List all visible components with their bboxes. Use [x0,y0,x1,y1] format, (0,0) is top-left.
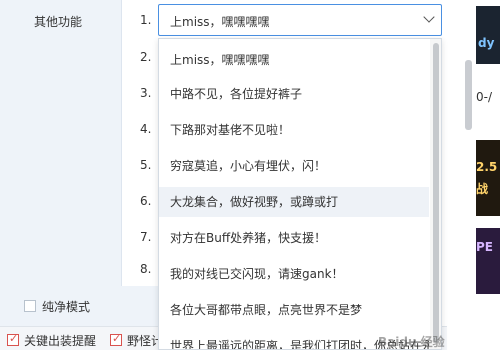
pure-mode-label: 纯净模式 [42,300,91,314]
row-number-1: 1. [140,13,152,27]
row-number-4: 4. [140,122,152,136]
pure-mode-checkbox[interactable] [24,300,36,312]
row-number-5: 5. [140,158,152,172]
dropdown-option[interactable]: 各位大哥都带点眼，点亮世界不是梦 [159,295,429,325]
dropdown-option[interactable]: 上miss，嘿嘿嘿嘿 [159,45,429,75]
quick-message-select[interactable]: 上miss，嘿嘿嘿嘿 [158,4,442,36]
row-number-6: 6. [140,194,152,208]
game-thumbnail-4[interactable]: PE [476,228,500,294]
chevron-down-icon[interactable] [423,11,435,23]
baidu-watermark: Baidu 经验 [378,335,445,349]
game-thumbnail-3[interactable]: 2.5 战 [476,140,500,216]
jungle-timer-checkbox[interactable] [110,332,122,346]
right-thumbnail-strip: dy 0-/ 2.5 战 PE [447,0,500,350]
key-item-alert-label: 关键出装提醒 [24,334,97,348]
dropdown-scrollbar-track[interactable] [430,39,441,349]
dropdown-option[interactable]: 穷寇莫追，小心有埋伏，闪！ [159,151,429,181]
dropdown-option[interactable]: 下路那对基佬不见啦！ [159,115,429,145]
row-number-7: 7. [140,230,152,244]
row-number-3: 3. [140,86,152,100]
game-thumbnail-1[interactable]: dy [476,6,500,64]
panel-scrollbar[interactable] [465,60,472,130]
select-current-value: 上miss，嘿嘿嘿嘿 [170,15,270,29]
quick-message-dropdown: 上miss，嘿嘿嘿嘿 中路不见，各位提好裤子 下路那对基佬不见啦！ 穷寇莫追，小… [158,38,442,350]
key-item-alert-checkbox[interactable] [7,332,19,346]
row-number-8: 8. [140,262,152,276]
nav-other-functions[interactable]: 其他功能 [34,13,82,30]
dropdown-scrollbar-thumb[interactable] [433,43,439,343]
dropdown-option[interactable]: 中路不见，各位提好裤子 [159,79,429,109]
dropdown-option[interactable]: 我的对线已交闪现，请速gank！ [159,259,429,289]
dropdown-option-hovered[interactable]: 大龙集合，做好视野，或蹲或打 [159,187,429,217]
pure-mode-row: 纯净模式 [0,286,160,326]
game-thumbnail-2[interactable]: 0-/ [476,70,500,130]
row-number-2: 2. [140,50,152,64]
dropdown-option[interactable]: 对方在Buff处养猪，快支援！ [159,223,429,253]
